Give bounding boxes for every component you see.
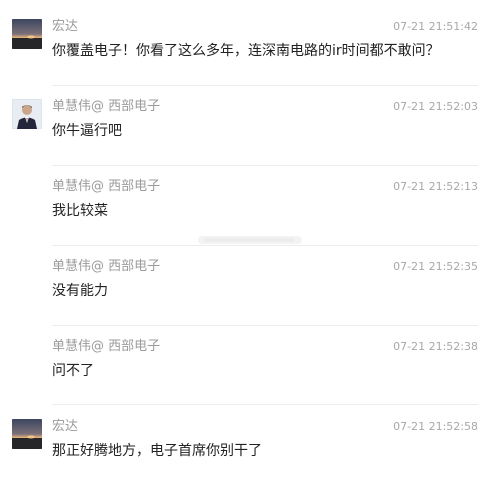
avatar-sunset[interactable] <box>12 19 42 49</box>
chat-history: 宏达 07-21 21:51:42 你覆盖电子！你看了这么多年，连深南电路的ir… <box>0 0 504 487</box>
sender-name: 单慧伟@ 西部电子 <box>52 259 161 274</box>
divider <box>52 325 478 326</box>
timestamp: 07-21 21:52:13 <box>393 180 478 193</box>
sender-name: 宏达 <box>52 419 79 434</box>
sunset-photo-icon <box>12 419 42 449</box>
timestamp: 07-21 21:52:58 <box>393 420 478 433</box>
sender-name: 单慧伟@ 西部电子 <box>52 339 161 354</box>
timestamp: 07-21 21:52:38 <box>393 340 478 353</box>
message-text: 你覆盖电子！你看了这么多年，连深南电路的ir时间都不敢问？ <box>52 43 440 59</box>
divider <box>52 165 478 166</box>
sunset-photo-icon <box>12 19 42 49</box>
timestamp: 07-21 21:52:35 <box>393 260 478 273</box>
avatar-person[interactable] <box>12 99 42 129</box>
message-text: 你牛逼行吧 <box>52 123 122 139</box>
sender-name: 宏达 <box>52 19 79 34</box>
timestamp: 07-21 21:52:03 <box>393 100 478 113</box>
watermark <box>198 232 302 248</box>
message-text: 我比较菜 <box>52 203 108 219</box>
divider <box>52 404 478 405</box>
timestamp: 07-21 21:51:42 <box>393 20 478 33</box>
sender-name: 单慧伟@ 西部电子 <box>52 99 161 114</box>
message-text: 问不了 <box>52 363 94 379</box>
divider <box>52 85 478 86</box>
sender-name: 单慧伟@ 西部电子 <box>52 179 161 194</box>
message-text: 那正好腾地方，电子首席你别干了 <box>52 443 262 459</box>
message-text: 没有能力 <box>52 283 108 299</box>
person-photo-icon <box>12 99 42 129</box>
avatar-sunset[interactable] <box>12 419 42 449</box>
